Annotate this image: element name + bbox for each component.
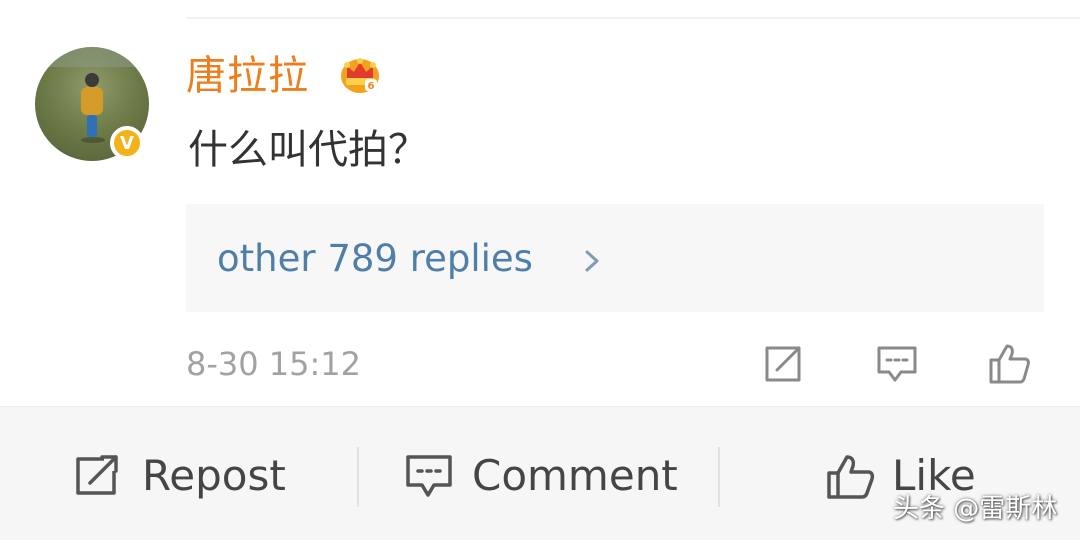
divider bbox=[357, 447, 359, 507]
replies-link-text: other 789 replies bbox=[217, 237, 533, 280]
watermark: 头条 @雷斯林 bbox=[893, 494, 1058, 524]
username[interactable]: 唐拉拉 bbox=[186, 50, 309, 102]
comment-button[interactable]: Comment bbox=[390, 407, 690, 540]
like-icon bbox=[827, 455, 875, 499]
repost-icon bbox=[76, 455, 118, 495]
comment-icon[interactable] bbox=[875, 342, 919, 386]
comment-text: 什么叫代拍？ bbox=[188, 127, 428, 173]
top-divider bbox=[186, 17, 1080, 19]
repost-label: Repost bbox=[142, 451, 286, 500]
timestamp: 8-30 15:12 bbox=[186, 345, 362, 383]
like-icon[interactable] bbox=[987, 342, 1031, 386]
divider bbox=[718, 447, 720, 507]
replies-link[interactable]: other 789 replies bbox=[186, 204, 1044, 312]
chevron-right-icon bbox=[585, 250, 599, 272]
verified-badge-icon: V bbox=[110, 126, 144, 160]
repost-button[interactable]: Repost bbox=[60, 407, 320, 540]
avatar-figure bbox=[79, 73, 105, 143]
vip-crown-icon: 6 bbox=[341, 58, 379, 93]
repost-icon[interactable] bbox=[761, 342, 805, 386]
comment-icon bbox=[406, 455, 452, 497]
comment-label: Comment bbox=[472, 451, 678, 500]
avatar-sky bbox=[35, 47, 149, 67]
svg-text:6: 6 bbox=[368, 81, 375, 92]
